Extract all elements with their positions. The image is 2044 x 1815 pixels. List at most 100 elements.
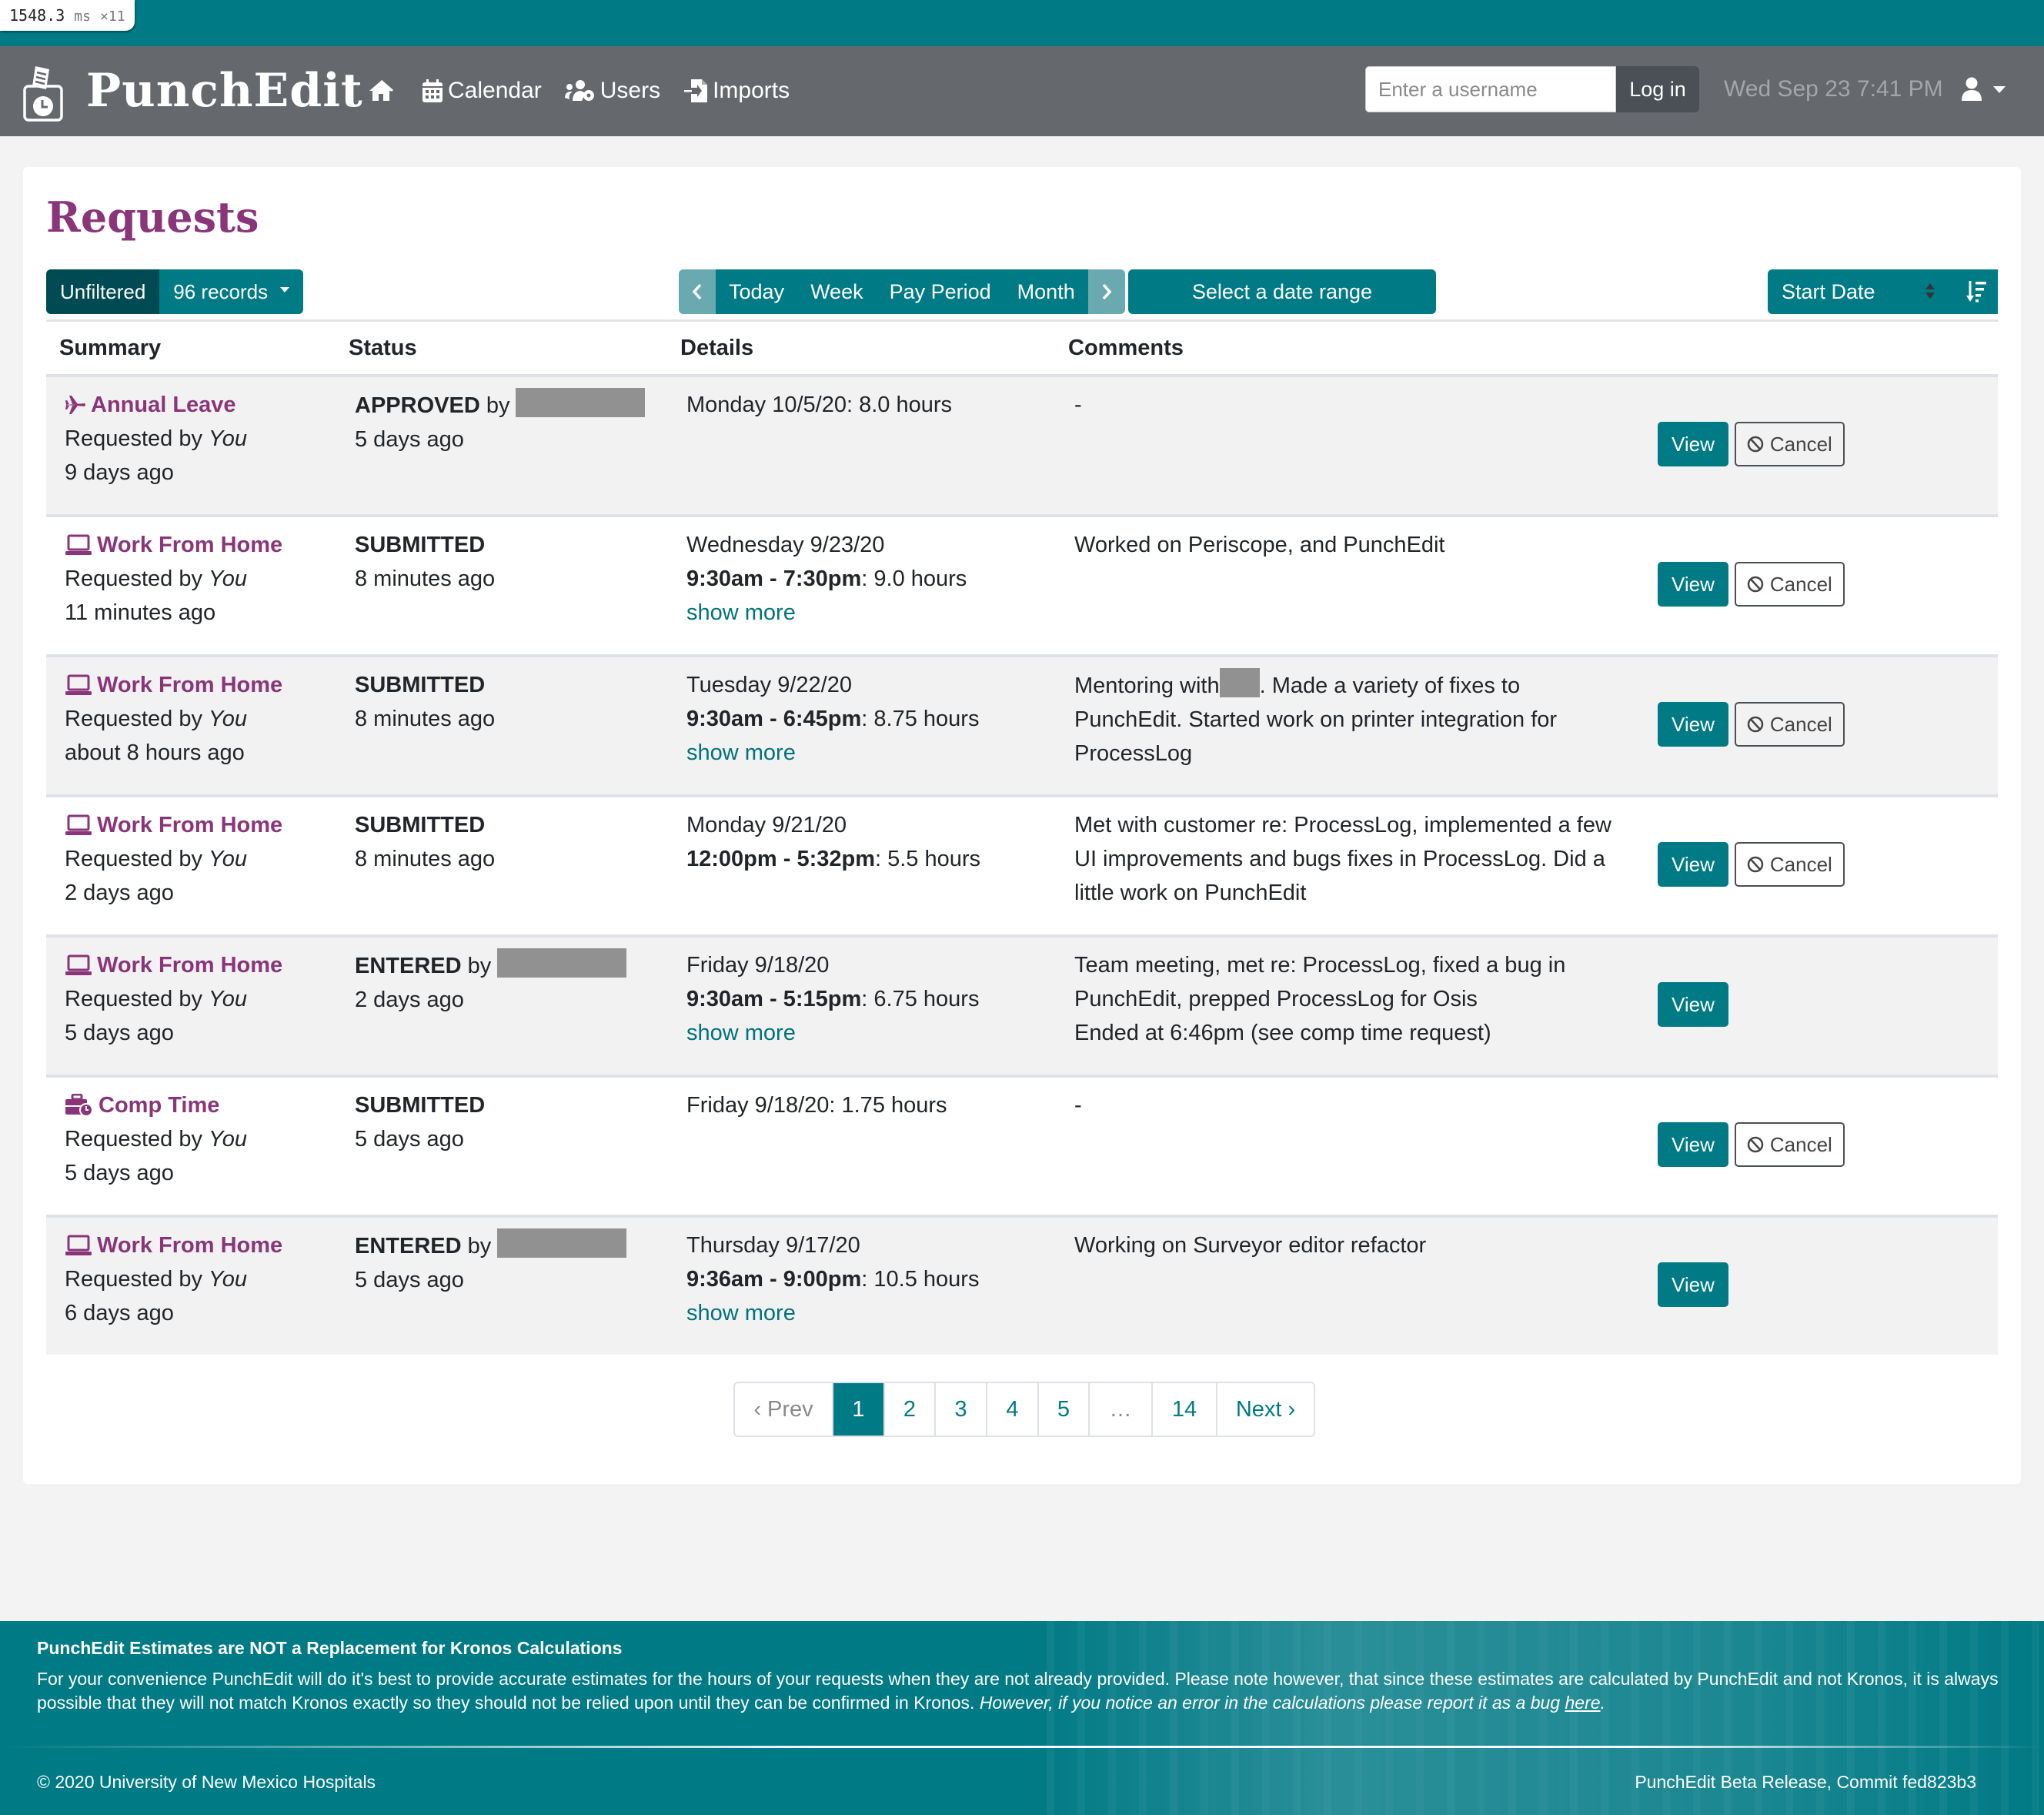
request-type-link[interactable]: Work From Home — [65, 808, 349, 842]
login-button[interactable]: Log in — [1616, 66, 1699, 112]
range-month-button[interactable]: Month — [1004, 269, 1088, 314]
comments-cell: - — [1074, 388, 1613, 422]
copyright: © 2020 University of New Mexico Hospital… — [37, 1772, 376, 1792]
pagination-prev[interactable]: ‹ Prev — [735, 1383, 832, 1436]
pagination-page[interactable]: 3 — [934, 1383, 986, 1436]
detail-time: 9:30am - 7:30pm: 9.0 hours — [686, 562, 1064, 596]
request-type-link[interactable]: Annual Leave — [65, 388, 349, 422]
view-button[interactable]: View — [1658, 1262, 1728, 1307]
requested-ago: 6 days ago — [65, 1301, 174, 1325]
unfiltered-button[interactable]: Unfiltered — [46, 269, 160, 314]
user-icon — [1962, 77, 1982, 101]
request-type: Work From Home — [97, 533, 283, 557]
view-button[interactable]: View — [1658, 1122, 1728, 1167]
actions-cell: View Cancel — [1658, 702, 1845, 747]
summary-cell: Annual Leave Requested by You 9 days ago — [65, 388, 349, 490]
range-today-button[interactable]: Today — [716, 269, 798, 314]
view-button[interactable]: View — [1658, 842, 1728, 887]
report-bug-link[interactable]: here — [1565, 1693, 1601, 1713]
select-date-range-button[interactable]: Select a date range — [1128, 269, 1436, 314]
nav-calendar[interactable]: Calendar — [422, 78, 542, 104]
show-more-link[interactable]: show more — [686, 596, 1064, 630]
nav-home[interactable] — [368, 79, 399, 102]
records-dropdown[interactable]: 96 records — [159, 269, 304, 314]
calendar-icon — [422, 79, 443, 102]
sort-descending-icon[interactable] — [1966, 280, 1987, 303]
request-type-link[interactable]: Work From Home — [65, 948, 349, 982]
status-by: by — [486, 393, 510, 418]
pagination-page[interactable]: 5 — [1037, 1383, 1088, 1436]
previous-range-button[interactable] — [679, 269, 716, 314]
footer-divider — [0, 1746, 2044, 1748]
comment-text: - — [1074, 393, 1082, 417]
time-range: 9:30am - 6:45pm — [686, 707, 862, 731]
laptop-icon — [65, 674, 97, 696]
show-more-link[interactable]: show more — [686, 1296, 1064, 1330]
show-more-link[interactable]: show more — [686, 1016, 1064, 1050]
range-pay-period-button[interactable]: Pay Period — [876, 269, 1004, 314]
cancel-button[interactable]: Cancel — [1734, 842, 1845, 887]
requests-table-body: Annual Leave Requested by You 9 days ago AP… — [46, 374, 1998, 1355]
chevron-right-icon — [1102, 283, 1112, 300]
status-badge: SUBMITTED — [355, 673, 486, 697]
request-type-link[interactable]: Work From Home — [65, 528, 349, 562]
requester: You — [209, 426, 248, 451]
view-button[interactable]: View — [1658, 562, 1728, 607]
show-more-link[interactable]: show more — [686, 736, 1064, 770]
header-summary: Summary — [59, 336, 162, 360]
requested-by-label: Requested by — [65, 1267, 202, 1292]
range-week-button[interactable]: Week — [797, 269, 877, 314]
requested-by: Requested by You — [65, 982, 349, 1016]
pagination-page[interactable]: 14 — [1151, 1383, 1216, 1436]
view-button[interactable]: View — [1658, 702, 1728, 747]
user-menu-toggle[interactable] — [1961, 74, 2006, 105]
comment-text: - — [1074, 1093, 1082, 1118]
redacted-name — [497, 948, 627, 978]
request-type-link[interactable]: Comp Time — [65, 1088, 349, 1122]
sort-field-select[interactable]: Start Date — [1768, 280, 1945, 304]
requester: You — [209, 1127, 248, 1152]
status-ago: 5 days ago — [355, 427, 464, 452]
comments-cell: Worked on Periscope, and PunchEdit — [1074, 528, 1613, 562]
table-row: Annual Leave Requested by You 9 days ago AP… — [46, 374, 1998, 514]
actions-cell: View Cancel — [1658, 562, 1845, 607]
detail-time: 9:30am - 5:15pm: 6.75 hours — [686, 982, 1064, 1016]
users-cog-icon — [564, 80, 594, 101]
requested-ago: 2 days ago — [65, 881, 174, 905]
view-button[interactable]: View — [1658, 422, 1728, 466]
next-range-button[interactable] — [1087, 269, 1125, 314]
view-button[interactable]: View — [1658, 982, 1728, 1027]
status-badge: ENTERED — [355, 1234, 462, 1258]
nav-imports[interactable]: Imports — [683, 78, 790, 104]
request-type-link[interactable]: Work From Home — [65, 668, 349, 702]
laptop-icon — [65, 534, 97, 556]
requests-card: Requests Unfiltered 96 records Today Wee… — [23, 167, 2021, 1484]
nav-users-label: Users — [600, 78, 661, 103]
actions-cell: View Cancel — [1658, 422, 1845, 466]
requested-by-label: Requested by — [65, 567, 202, 591]
time-range: 12:00pm - 5:32pm — [686, 847, 875, 871]
request-type-link[interactable]: Work From Home — [65, 1228, 349, 1262]
detail-date: Friday 9/18/20: 1.75 hours — [686, 1093, 947, 1118]
summary-cell: Work From Home Requested by You about 8 ho… — [65, 668, 349, 770]
pagination-page[interactable]: 1 — [832, 1383, 883, 1436]
cancel-button[interactable]: Cancel — [1734, 562, 1845, 607]
pagination-page[interactable]: 4 — [986, 1383, 1037, 1436]
nav-users[interactable]: Users — [564, 78, 661, 104]
username-input[interactable] — [1365, 66, 1616, 112]
cancel-button[interactable]: Cancel — [1734, 422, 1845, 466]
status-by: by — [467, 1234, 492, 1258]
pagination-next[interactable]: Next › — [1216, 1383, 1314, 1436]
comments-cell: Mentoring with. Made a variety of fixes … — [1074, 668, 1613, 770]
header-comments: Comments — [1068, 336, 1184, 360]
detail-time: 12:00pm - 5:32pm: 5.5 hours — [686, 842, 1064, 876]
status-ago: 5 days ago — [355, 1268, 464, 1292]
cancel-button[interactable]: Cancel — [1734, 702, 1845, 747]
navbar: PunchEdit Calendar Users Imports Enter a… — [0, 46, 2044, 136]
pagination-page[interactable]: 2 — [883, 1383, 934, 1436]
cancel-button[interactable]: Cancel — [1734, 1122, 1845, 1167]
detail-hours: : 6.75 hours — [861, 987, 980, 1011]
pagination-ellipsis: … — [1088, 1383, 1151, 1436]
punch-clock-logo-icon[interactable] — [22, 63, 65, 122]
brand-name[interactable]: PunchEdit — [86, 63, 363, 119]
